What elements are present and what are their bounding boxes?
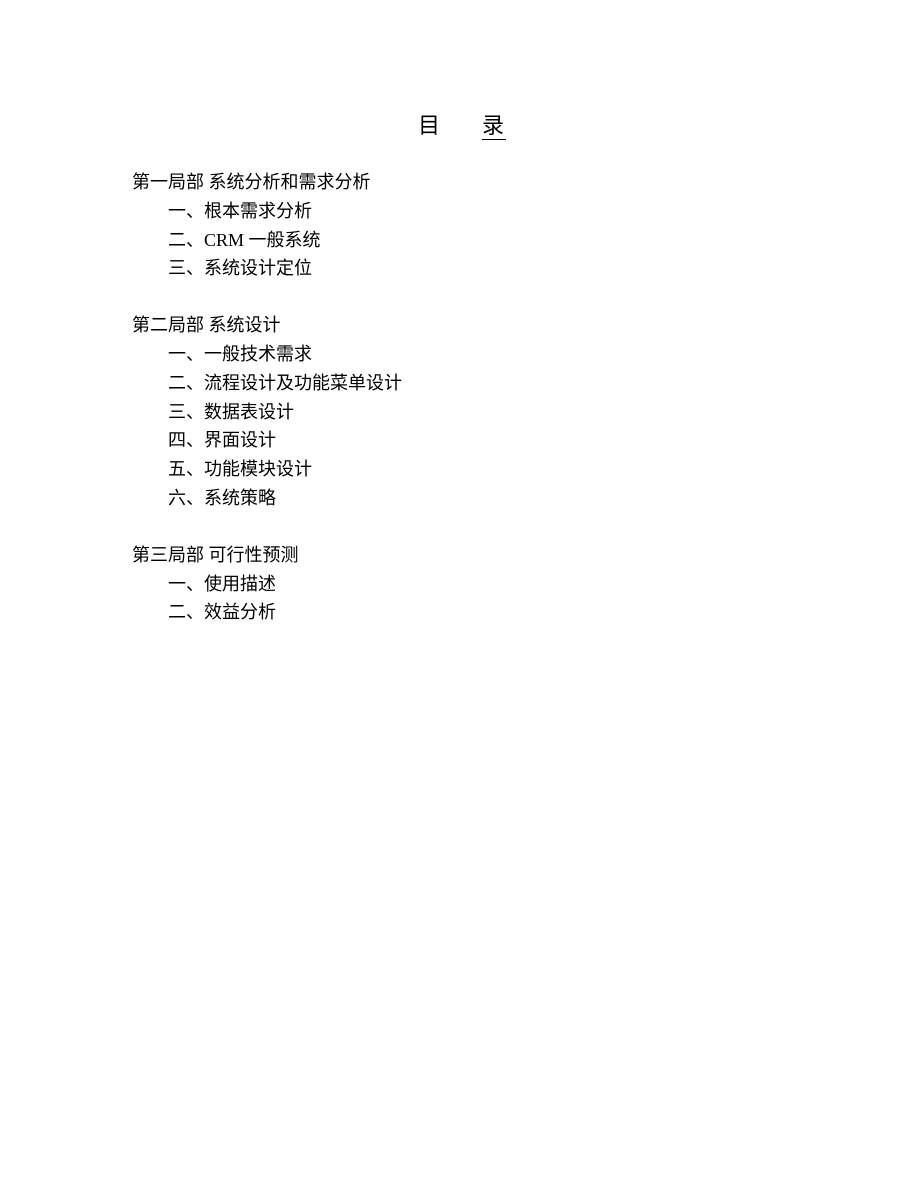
section-3-item-2: 二、效益分析 <box>132 598 920 627</box>
toc-title: 目录 <box>132 108 792 140</box>
section-2-item-2: 二、流程设计及功能菜单设计 <box>132 369 920 398</box>
section-3-heading: 第三局部 可行性预测 <box>132 541 920 570</box>
section-3-item-1: 一、使用描述 <box>132 570 920 599</box>
section-1-heading: 第一局部 系统分析和需求分析 <box>132 168 920 197</box>
section-2-item-1: 一、一般技术需求 <box>132 340 920 369</box>
section-2-item-5: 五、功能模块设计 <box>132 455 920 484</box>
section-2-heading: 第二局部 系统设计 <box>132 311 920 340</box>
section-2-item-6: 六、系统策略 <box>132 484 920 513</box>
section-1-item-2: 二、CRM 一般系统 <box>132 226 920 255</box>
section-1-item-3: 三、系统设计定位 <box>132 254 920 283</box>
section-1: 第一局部 系统分析和需求分析 一、根本需求分析 二、CRM 一般系统 三、系统设… <box>132 168 920 283</box>
section-2-item-3: 三、数据表设计 <box>132 398 920 427</box>
section-2: 第二局部 系统设计 一、一般技术需求 二、流程设计及功能菜单设计 三、数据表设计… <box>132 311 920 513</box>
section-2-item-4: 四、界面设计 <box>132 426 920 455</box>
title-char-2: 录 <box>482 113 506 138</box>
title-char-1: 目 <box>418 108 442 140</box>
section-1-item-1: 一、根本需求分析 <box>132 197 920 226</box>
section-3: 第三局部 可行性预测 一、使用描述 二、效益分析 <box>132 541 920 627</box>
